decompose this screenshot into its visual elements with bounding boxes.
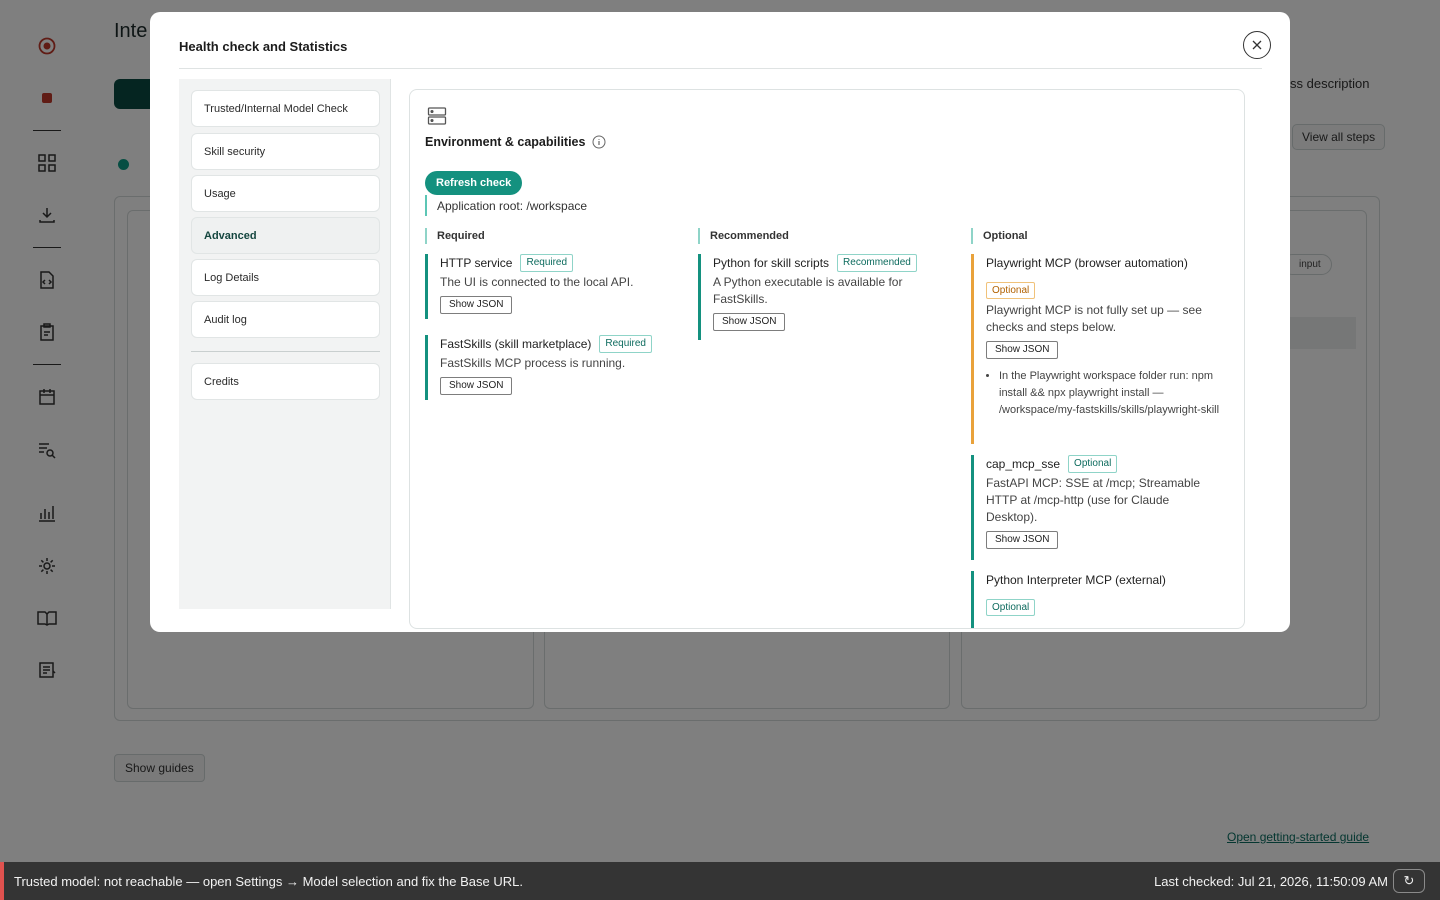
- capability-name: cap_mcp_sse: [986, 457, 1061, 471]
- setup-step: In the Playwright workspace folder run: …: [999, 368, 1221, 419]
- setup-steps-list: In the Playwright workspace folder run: …: [986, 368, 1221, 419]
- nav-item-log-details[interactable]: Log Details: [191, 259, 380, 296]
- refresh-icon: ↻: [1403, 873, 1415, 888]
- modal-divider: [179, 68, 1262, 69]
- status-error-accent: [0, 862, 4, 900]
- capability-description: FastSkills MCP process is running.: [440, 356, 626, 370]
- nav-item-audit-log[interactable]: Audit log: [191, 301, 380, 338]
- sidebar-divider: [191, 351, 380, 352]
- nav-item-trusted-model-check[interactable]: Trusted/Internal Model Check: [191, 90, 380, 127]
- environment-panel: Environment & capabilities Refresh check…: [409, 89, 1245, 629]
- required-heading: Required: [425, 228, 685, 244]
- refresh-check-button[interactable]: Refresh check: [425, 171, 523, 195]
- app-root-text: Application root: /workspace: [425, 195, 587, 216]
- capability-name: Python for skill scripts: [713, 256, 830, 270]
- panel-title: Environment & capabilities: [425, 135, 606, 149]
- status-badge: Required: [599, 335, 652, 353]
- capability-name: FastSkills (skill marketplace): [440, 337, 592, 351]
- capability-item: HTTP service Required The UI is connecte…: [425, 254, 685, 319]
- capability-name: Playwright MCP (browser automation): [986, 256, 1188, 270]
- nav-item-advanced[interactable]: Advanced: [191, 217, 380, 254]
- capability-name: Python Interpreter MCP (external): [986, 573, 1166, 587]
- capability-description: Playwright MCP is not fully set up — see…: [986, 303, 1202, 334]
- show-json-button[interactable]: Show JSON: [440, 377, 513, 395]
- panel-title-text: Environment & capabilities: [425, 135, 586, 149]
- capability-name: HTTP service: [440, 256, 513, 270]
- status-bar: Trusted model: not reachable — open Sett…: [0, 862, 1440, 900]
- show-json-button[interactable]: Show JSON: [986, 341, 1059, 359]
- recommended-heading: Recommended: [698, 228, 958, 244]
- nav-item-skill-security[interactable]: Skill security: [191, 133, 380, 170]
- status-badge: Optional: [986, 282, 1036, 299]
- status-refresh-button[interactable]: ↻: [1393, 869, 1425, 893]
- status-message: Trusted model: not reachable — open Sett…: [14, 874, 523, 889]
- show-json-button[interactable]: Show JSON: [440, 296, 513, 314]
- last-checked-time: Last checked: Jul 21, 2026, 11:50:09 AM: [1154, 874, 1388, 889]
- modal-sidebar: Trusted/Internal Model Check Skill secur…: [179, 79, 391, 609]
- show-json-button[interactable]: Show JSON: [986, 531, 1059, 549]
- capability-description: The UI is connected to the local API.: [440, 275, 634, 289]
- capability-item: cap_mcp_sse Optional FastAPI MCP: SSE at…: [971, 455, 1226, 560]
- show-json-button[interactable]: Show JSON: [713, 313, 786, 331]
- capability-item: FastSkills (skill marketplace) Required …: [425, 335, 685, 400]
- recommended-column: Recommended: [698, 228, 958, 244]
- status-badge: Recommended: [837, 254, 917, 272]
- nav-item-credits[interactable]: Credits: [191, 363, 380, 400]
- capability-description: A Python executable is available for Fas…: [713, 275, 903, 306]
- info-icon[interactable]: [592, 135, 606, 149]
- status-badge: Optional: [1068, 455, 1118, 473]
- close-icon: [1252, 40, 1262, 50]
- status-badge: Optional: [986, 599, 1036, 616]
- optional-column: Optional: [971, 228, 1231, 244]
- capability-item: Playwright MCP (browser automation) Opti…: [971, 254, 1226, 444]
- capability-description: FastAPI MCP: SSE at /mcp; Streamable HTT…: [986, 476, 1201, 524]
- optional-heading: Optional: [971, 228, 1231, 244]
- health-check-modal: Health check and Statistics Trusted/Inte…: [150, 12, 1290, 632]
- modal-title: Health check and Statistics: [179, 39, 348, 54]
- close-button[interactable]: [1243, 31, 1271, 59]
- capability-item: Python Interpreter MCP (external) Option…: [971, 571, 1226, 628]
- status-badge: Required: [520, 254, 574, 272]
- required-column: Required: [425, 228, 685, 244]
- capability-item: Python for skill scripts Recommended A P…: [698, 254, 948, 340]
- server-icon: [427, 107, 447, 125]
- nav-item-usage[interactable]: Usage: [191, 175, 380, 212]
